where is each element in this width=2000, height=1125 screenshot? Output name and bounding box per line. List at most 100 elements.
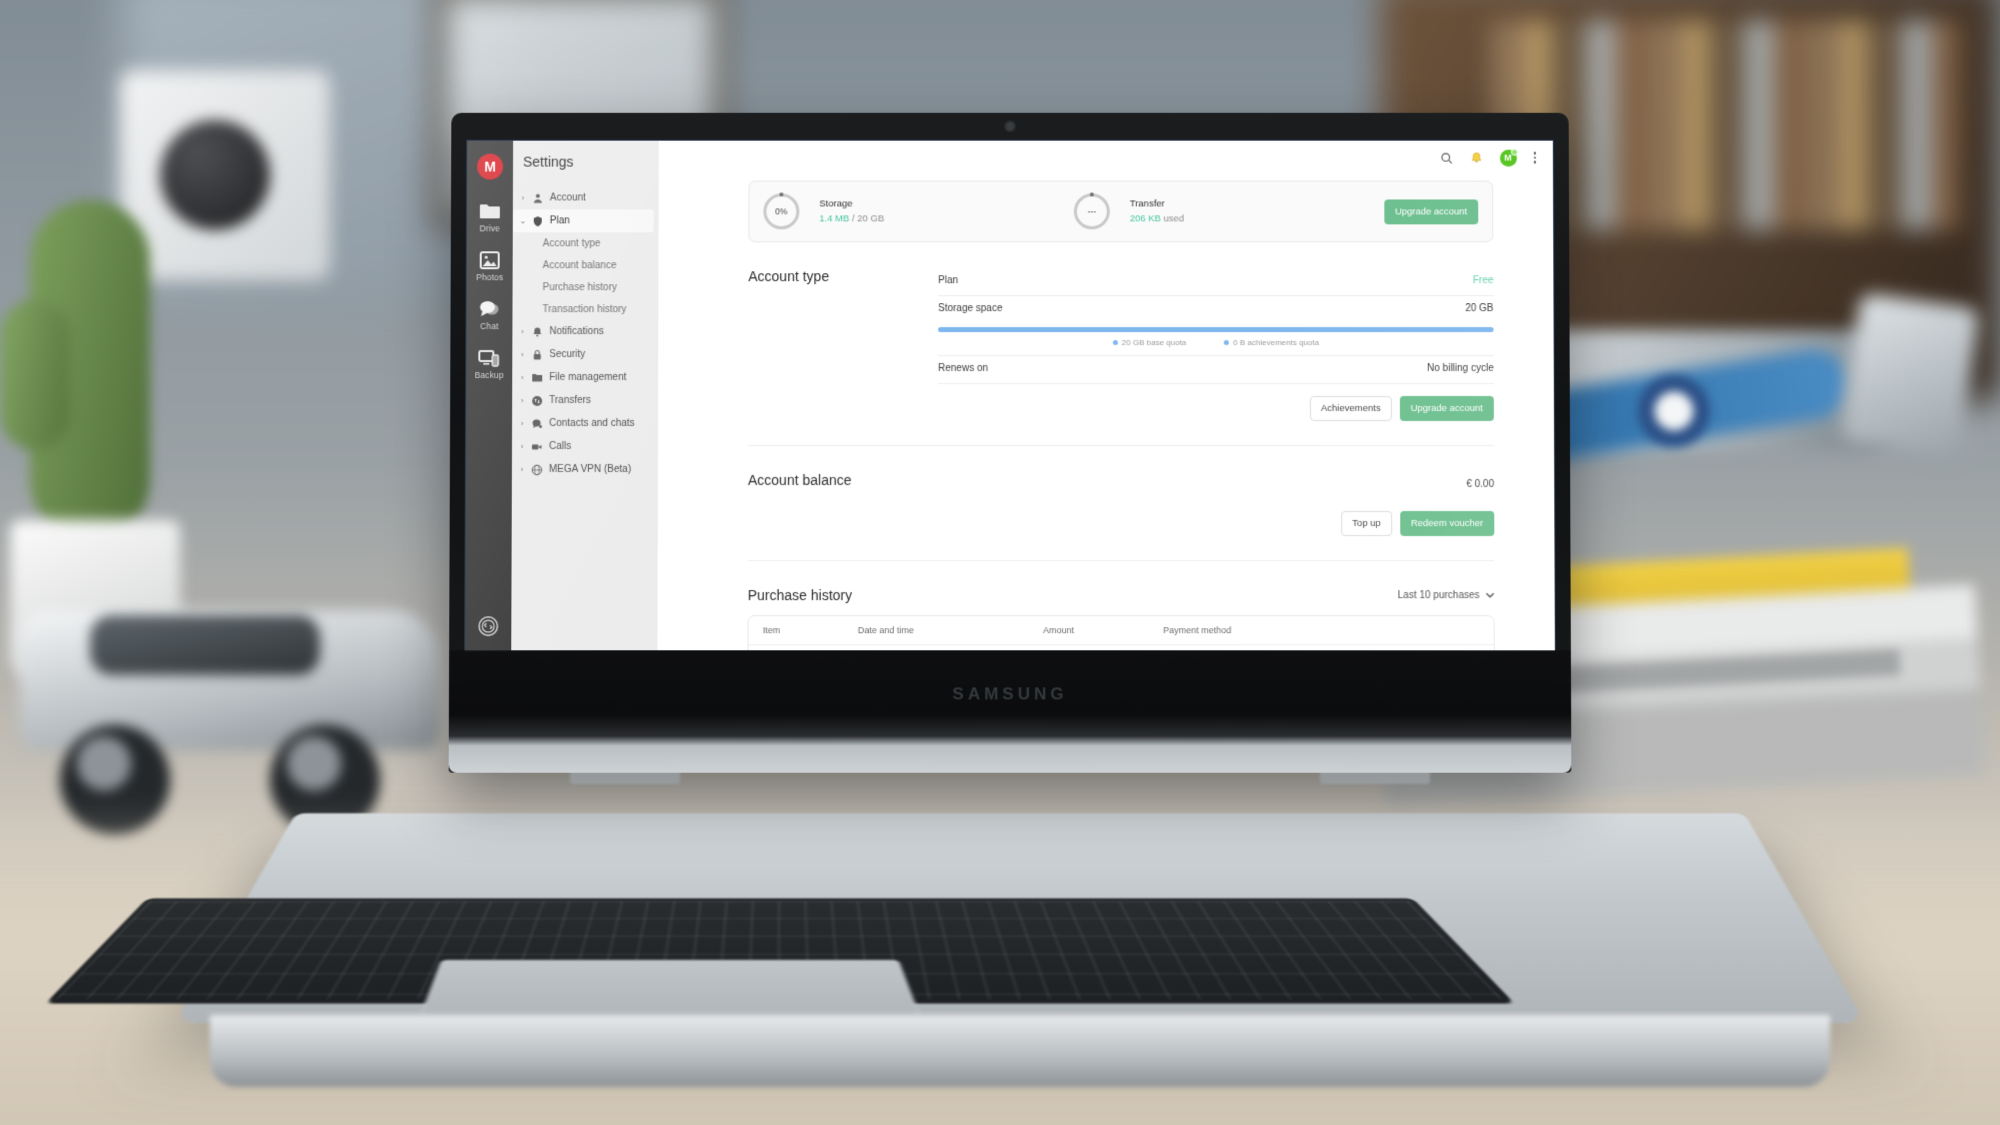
search-icon[interactable] xyxy=(1440,151,1453,164)
sidebar-item-plan[interactable]: ⌄ Plan xyxy=(512,209,654,233)
achievements-button[interactable]: Achievements xyxy=(1309,396,1392,422)
laptop-screen: M Drive Photos Chat Backup Settings › Ac… xyxy=(464,139,1556,653)
rail-item-chat[interactable]: Chat xyxy=(466,299,512,331)
backup-devices-icon xyxy=(478,350,500,367)
globe-icon xyxy=(531,463,544,476)
chevron-down-icon: ⌄ xyxy=(519,216,527,226)
sidebar-subitem-transaction-history[interactable]: Transaction history xyxy=(512,298,658,320)
laptop-front-edge xyxy=(210,1015,1830,1087)
purchase-history-filter-select[interactable]: Last 10 purchases xyxy=(1398,590,1495,601)
column-header-amount: Amount xyxy=(1043,625,1075,636)
plan-label: Plan xyxy=(938,275,959,287)
content-area: 0% Storage 1.4 MB / 20 GB --- Transfer 2… xyxy=(657,180,1554,652)
sidebar-label-notifications: Notifications xyxy=(549,326,604,338)
sidebar-subitem-purchase-history[interactable]: Purchase history xyxy=(513,276,659,298)
folder-icon xyxy=(480,204,501,219)
sidebar-label-file-management: File management xyxy=(549,372,627,384)
chevron-right-icon: › xyxy=(520,442,524,451)
main-content: M 0% Storage 1.4 MB / 20 GB --- Transfer… xyxy=(657,140,1555,652)
transfer-gauge: --- xyxy=(1073,192,1110,230)
storage-used: 1.4 MB xyxy=(819,213,850,225)
transfers-icon xyxy=(531,394,544,407)
chevron-right-icon: › xyxy=(521,327,524,337)
chevron-right-icon: › xyxy=(520,396,524,406)
quota-bar-section: 20 GB base quota 0 B achievements quota xyxy=(938,318,1494,357)
rail-bottom[interactable] xyxy=(465,615,511,637)
account-balance-title: Account balance xyxy=(747,472,852,489)
laptop-lid: M Drive Photos Chat Backup Settings › Ac… xyxy=(448,112,1572,773)
notifications-bell-icon[interactable] xyxy=(1470,151,1483,165)
folder-icon xyxy=(531,371,544,384)
laptop: M Drive Photos Chat Backup Settings › Ac… xyxy=(0,0,2000,1125)
avatar[interactable]: M xyxy=(1499,149,1517,167)
quota-legend: 20 GB base quota 0 B achievements quota xyxy=(938,338,1494,347)
sidebar-item-calls[interactable]: › Calls xyxy=(512,435,658,458)
transfers-sync-icon xyxy=(477,615,498,636)
plan-row: Plan Free xyxy=(938,268,1494,297)
account-balance-row: € 0.00 xyxy=(938,472,1494,499)
legend-dot-icon xyxy=(1112,340,1118,346)
transfer-gauge-percent: --- xyxy=(1087,206,1097,217)
laptop-trackpad xyxy=(417,959,923,1024)
chevron-right-icon: › xyxy=(520,373,524,383)
sidebar-subitem-account-balance[interactable]: Account balance xyxy=(513,254,659,276)
settings-nav: Settings › Account ⌄ Plan Account type A… xyxy=(511,140,659,652)
mega-desktop-app: M Drive Photos Chat Backup Settings › Ac… xyxy=(465,140,1555,652)
storage-quota-bar-fill xyxy=(938,327,1494,333)
account-balance-body: € 0.00 Top up Redeem voucher xyxy=(938,472,1495,537)
section-divider xyxy=(747,560,1495,562)
storage-value: 1.4 MB / 20 GB xyxy=(819,213,884,224)
storage-space-row: Storage space 20 GB xyxy=(938,296,1493,318)
rail-label-backup: Backup xyxy=(474,370,504,381)
app-topbar: M xyxy=(659,141,1553,175)
sidebar-item-mega-vpn[interactable]: › MEGA VPN (Beta) xyxy=(512,458,658,481)
webcam-icon xyxy=(1006,122,1014,130)
storage-gauge: 0% xyxy=(763,192,800,230)
transfer-suffix: used xyxy=(1163,213,1185,225)
sidebar-item-contacts-and-chats[interactable]: › Contacts and chats xyxy=(512,412,658,435)
storage-total: 20 GB xyxy=(857,213,885,225)
account-type-section: Account type Plan Free Storage space 20 … xyxy=(748,268,1494,422)
redeem-voucher-button[interactable]: Redeem voucher xyxy=(1399,511,1495,537)
sidebar-item-account[interactable]: › Account xyxy=(513,187,659,210)
chevron-down-icon xyxy=(1486,592,1495,598)
chevron-right-icon: › xyxy=(520,350,524,360)
top-up-button[interactable]: Top up xyxy=(1341,511,1392,537)
renews-on-label: Renews on xyxy=(938,363,989,375)
storage-space-value: 20 GB xyxy=(1465,303,1494,315)
shield-icon xyxy=(532,214,545,227)
account-type-title: Account type xyxy=(748,268,830,285)
sidebar-item-file-management[interactable]: › File management xyxy=(512,366,658,389)
storage-label: Storage xyxy=(819,198,853,210)
sidebar-label-transfers: Transfers xyxy=(549,395,592,407)
video-camera-icon xyxy=(531,440,544,453)
laptop-lid-chin: SAMSUNG xyxy=(448,650,1572,773)
laptop-bezel-top xyxy=(451,113,1569,141)
storage-space-label: Storage space xyxy=(938,303,1003,315)
sidebar-label-contacts-and-chats: Contacts and chats xyxy=(549,418,635,430)
column-header-date-and-time: Date and time xyxy=(857,625,914,636)
app-rail: M Drive Photos Chat Backup xyxy=(465,140,514,652)
storage-gauge-percent: 0% xyxy=(775,206,788,217)
rail-item-photos[interactable]: Photos xyxy=(467,250,513,282)
sidebar-item-security[interactable]: › Security xyxy=(512,343,658,366)
more-vertical-icon[interactable] xyxy=(1533,151,1536,164)
renews-on-row: Renews on No billing cycle xyxy=(938,356,1494,385)
chevron-right-icon: › xyxy=(520,464,524,475)
account-type-actions: Achievements Upgrade account xyxy=(938,384,1494,422)
upgrade-account-button-top[interactable]: Upgrade account xyxy=(1383,198,1479,224)
rail-item-backup[interactable]: Backup xyxy=(466,348,512,380)
sidebar-item-notifications[interactable]: › Notifications xyxy=(512,320,658,343)
legend-base-quota: 20 GB base quota xyxy=(1112,338,1186,347)
sidebar-subitem-account-type[interactable]: Account type xyxy=(513,232,659,254)
mega-logo[interactable]: M xyxy=(477,153,504,180)
transfer-value: 206 KB used xyxy=(1130,213,1184,224)
image-icon xyxy=(480,251,501,270)
sidebar-item-transfers[interactable]: › Transfers xyxy=(512,389,658,412)
purchase-history-section: Purchase history Last 10 purchases Item … xyxy=(747,587,1495,652)
legend-achievements-quota-label: 0 B achievements quota xyxy=(1233,338,1319,348)
page-title: Settings xyxy=(522,153,574,170)
upgrade-account-button[interactable]: Upgrade account xyxy=(1399,396,1494,422)
person-icon xyxy=(532,192,545,205)
rail-item-drive[interactable]: Drive xyxy=(467,201,513,233)
